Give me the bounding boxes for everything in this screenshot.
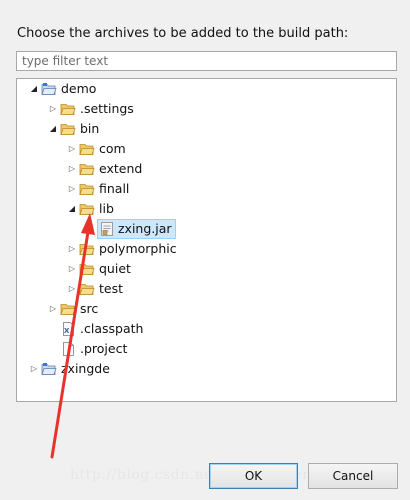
tree-item-label: com — [99, 141, 126, 156]
tree-item-test[interactable]: ▷ test — [65, 279, 123, 299]
expand-toggle-icon[interactable]: ◢ — [27, 79, 41, 99]
tree-item-quiet[interactable]: ▷ quiet — [65, 259, 131, 279]
tree-item-label: demo — [61, 81, 97, 96]
dialog-prompt: Choose the archives to be added to the b… — [17, 26, 349, 41]
tree-item-label: lib — [99, 201, 114, 216]
folder-icon — [79, 161, 95, 177]
tree-item-label: finall — [99, 181, 130, 196]
tree-item-zxingde[interactable]: ▷ zxingde — [27, 359, 110, 379]
ok-button[interactable]: OK — [209, 463, 298, 489]
tree-item-label: zxing.jar — [118, 221, 172, 236]
collapse-toggle-icon[interactable]: ▷ — [65, 179, 79, 199]
tree-item-extend[interactable]: ▷ extend — [65, 159, 142, 179]
folder-icon — [60, 301, 76, 317]
folder-icon — [60, 101, 76, 117]
collapse-toggle-icon[interactable]: ▷ — [65, 259, 79, 279]
tree-item-lib[interactable]: ◢ lib — [65, 199, 114, 219]
tree-item-label: polymorphic — [99, 241, 177, 256]
tree-item-label: .classpath — [80, 321, 144, 336]
tree-item-polymorphic[interactable]: ▷ polymorphic — [65, 239, 177, 259]
tree-item-settings[interactable]: ▷ .settings — [46, 99, 134, 119]
jar-icon — [99, 221, 115, 237]
folder-icon — [79, 181, 95, 197]
expand-toggle-icon[interactable]: ◢ — [65, 199, 79, 219]
folder-icon — [79, 281, 95, 297]
tree-item-label: quiet — [99, 261, 131, 276]
tree-item-demo[interactable]: ◢ demo — [27, 79, 97, 99]
tree-item-zxing-jar[interactable]: zxing.jar — [97, 219, 176, 239]
tree-item-bin[interactable]: ◢ bin — [46, 119, 99, 139]
project-icon — [41, 81, 57, 97]
folder-icon — [79, 201, 95, 217]
tree-item-label: zxingde — [61, 361, 110, 376]
collapse-toggle-icon[interactable]: ▷ — [27, 359, 41, 379]
expand-toggle-icon[interactable]: ◢ — [46, 119, 60, 139]
project-icon — [41, 361, 57, 377]
tree-item-label: src — [80, 301, 99, 316]
xml-file-icon — [60, 321, 76, 337]
folder-icon — [79, 241, 95, 257]
tree-item-label: .project — [80, 341, 128, 356]
tree-item-project[interactable]: .project — [60, 339, 127, 359]
collapse-toggle-icon[interactable]: ▷ — [65, 139, 79, 159]
collapse-toggle-icon[interactable]: ▷ — [46, 99, 60, 119]
file-icon — [60, 341, 76, 357]
cancel-button[interactable]: Cancel — [308, 463, 398, 489]
collapse-toggle-icon[interactable]: ▷ — [65, 239, 79, 259]
selected-item-highlight[interactable]: zxing.jar — [97, 219, 176, 239]
archive-tree[interactable]: ◢ demo ▷ .settings ◢ bin ▷ com ▷ extend … — [16, 78, 397, 402]
collapse-toggle-icon[interactable]: ▷ — [65, 279, 79, 299]
folder-icon — [79, 261, 95, 277]
filter-input[interactable] — [16, 51, 397, 71]
tree-item-classpath[interactable]: .classpath — [60, 319, 143, 339]
tree-item-label: bin — [80, 121, 100, 136]
folder-icon — [79, 141, 95, 157]
folder-icon — [60, 121, 76, 137]
tree-item-label: extend — [99, 161, 143, 176]
collapse-toggle-icon[interactable]: ▷ — [46, 299, 60, 319]
collapse-toggle-icon[interactable]: ▷ — [65, 159, 79, 179]
add-archive-dialog: Choose the archives to be added to the b… — [0, 0, 410, 500]
tree-item-com[interactable]: ▷ com — [65, 139, 126, 159]
tree-item-label: .settings — [80, 101, 134, 116]
tree-item-finall[interactable]: ▷ finall — [65, 179, 129, 199]
tree-item-label: test — [99, 281, 124, 296]
tree-item-src[interactable]: ▷ src — [46, 299, 98, 319]
